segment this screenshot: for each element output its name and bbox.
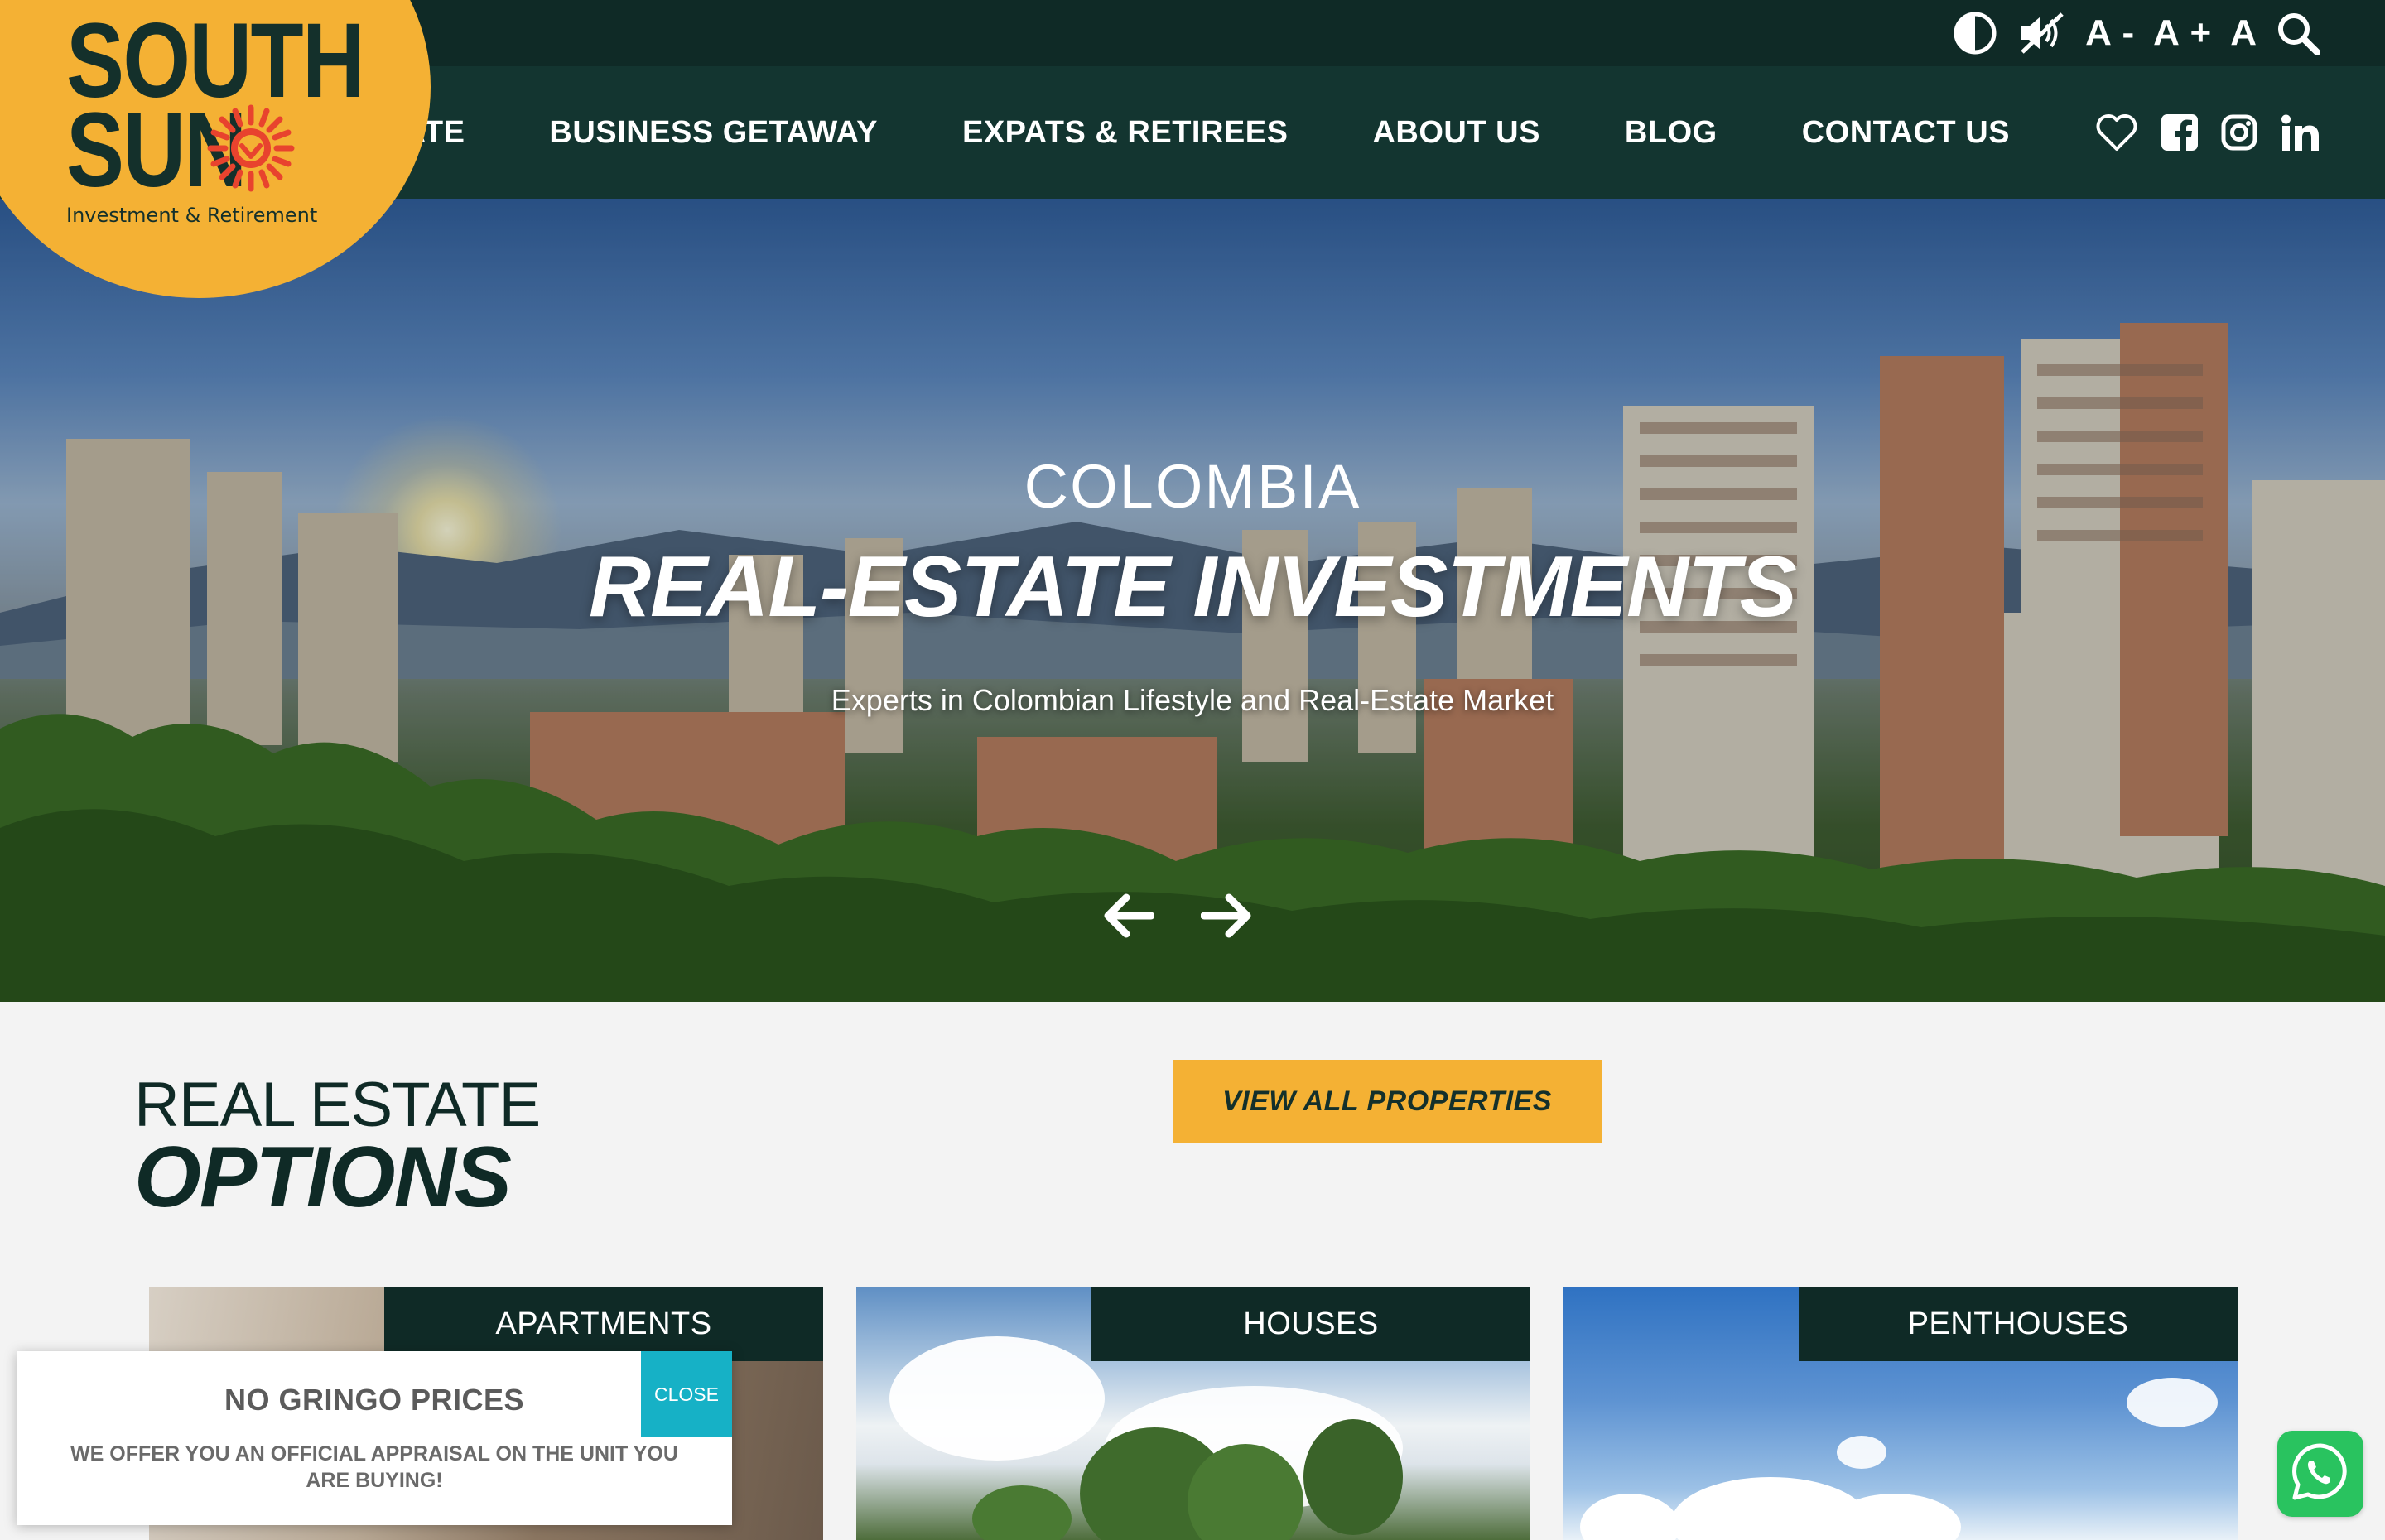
nav-item-contact-us[interactable]: CONTACT US: [1802, 115, 2010, 151]
card-label-apartments: APARTMENTS: [384, 1287, 823, 1361]
font-decrease-button[interactable]: A -: [2085, 15, 2135, 51]
promo-popup: NO GRINGO PRICES WE OFFER YOU AN OFFICIA…: [17, 1351, 732, 1525]
heart-icon[interactable]: [2095, 113, 2138, 152]
card-label-penthouses: PENTHOUSES: [1799, 1287, 2238, 1361]
logo-wordmark: SOUTH SUN Investment & Retirement: [66, 8, 429, 228]
instagram-icon[interactable]: [2221, 114, 2257, 151]
popup-body: WE OFFER YOU AN OFFICIAL APPRAISAL ON TH…: [70, 1442, 678, 1492]
nav-item-about-us[interactable]: ABOUT US: [1372, 115, 1539, 151]
card-label-houses: HOUSES: [1091, 1287, 1530, 1361]
popup-close-button[interactable]: CLOSE: [641, 1351, 732, 1437]
accessibility-tools: A - A + A: [1953, 7, 2320, 60]
category-card-houses[interactable]: HOUSES: [856, 1287, 1530, 1540]
whatsapp-icon: [2287, 1439, 2354, 1509]
nav-item-expats-retirees[interactable]: EXPATS & RETIREES: [962, 115, 1289, 151]
section-heading: REAL ESTATE OPTIONS: [134, 1070, 541, 1225]
font-reset-button[interactable]: A: [2230, 15, 2257, 51]
contrast-icon[interactable]: [1953, 11, 1997, 55]
hero-banner: COLOMBIA REAL-ESTATE INVESTMENTS Experts…: [0, 199, 2385, 1002]
hero-title: REAL-ESTATE INVESTMENTS: [588, 539, 1797, 635]
whatsapp-button[interactable]: [2277, 1431, 2363, 1517]
sun-icon: [207, 104, 295, 196]
heading-line-2: OPTIONS: [134, 1129, 512, 1225]
linkedin-icon[interactable]: [2281, 114, 2320, 151]
view-all-properties-button[interactable]: VIEW ALL PROPERTIES: [1173, 1060, 1602, 1143]
facebook-icon[interactable]: [2161, 114, 2198, 151]
arrow-left-icon[interactable]: [1101, 893, 1155, 943]
font-increase-button[interactable]: A +: [2153, 15, 2212, 51]
slider-controls: [1101, 893, 1254, 943]
heading-line-1: REAL ESTATE: [134, 1070, 541, 1140]
search-icon[interactable]: [2276, 11, 2320, 55]
trees-illustration: [972, 1419, 1403, 1540]
category-card-penthouses[interactable]: PENTHOUSES: [1564, 1287, 2238, 1540]
hero-kicker: COLOMBIA: [1024, 452, 1361, 521]
nav-item-blog[interactable]: BLOG: [1625, 115, 1718, 151]
mute-icon[interactable]: [2016, 11, 2067, 55]
hero-subtitle: Experts in Colombian Lifestyle and Real-…: [831, 683, 1554, 717]
social-links: [2095, 66, 2320, 199]
nav-item-business-getaway[interactable]: BUSINESS GETAWAY: [549, 115, 878, 151]
arrow-right-icon[interactable]: [1200, 893, 1254, 943]
popup-title: NO GRINGO PRICES: [224, 1383, 525, 1417]
nav-links: STATE BUSINESS GETAWAY EXPATS & RETIREES…: [364, 66, 2094, 199]
